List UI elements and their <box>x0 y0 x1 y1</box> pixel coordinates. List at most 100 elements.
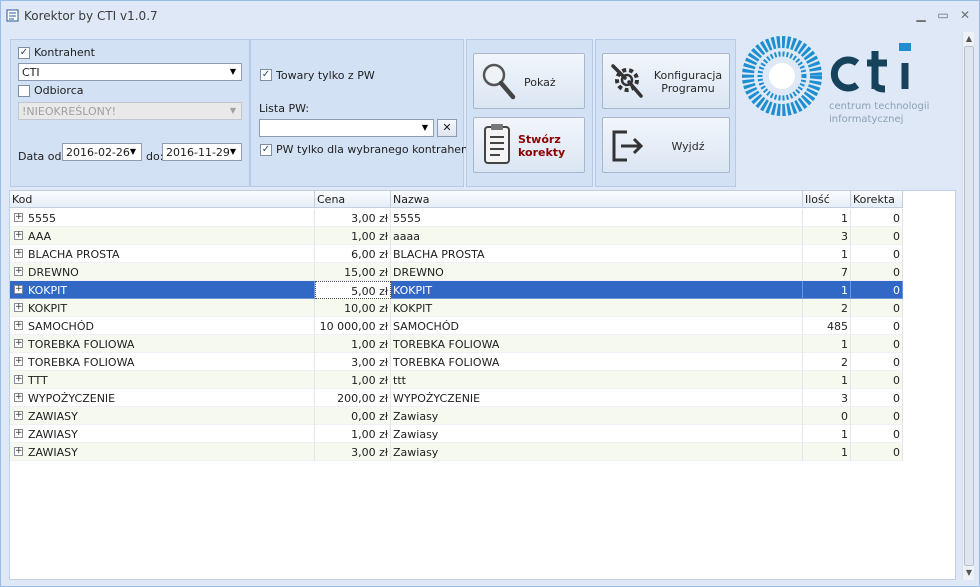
cell-ilosc[interactable]: 1 <box>803 281 851 299</box>
cell-kod[interactable]: + ZAWIASY <box>10 443 315 461</box>
vertical-scrollbar[interactable]: ▲ ▼ <box>962 32 974 580</box>
table-row[interactable]: +5555 3,00 zł 5555 1 0 <box>10 209 903 227</box>
cell-korekta[interactable]: 0 <box>851 227 903 245</box>
scroll-down-icon[interactable]: ▼ <box>963 567 975 579</box>
cell-korekta[interactable]: 0 <box>851 389 903 407</box>
cell-korekta[interactable]: 0 <box>851 317 903 335</box>
cell-nazwa[interactable]: DREWNO <box>391 263 803 281</box>
cell-ilosc[interactable]: 2 <box>803 353 851 371</box>
plus-box-icon[interactable]: + <box>14 213 23 222</box>
cell-ilosc[interactable]: 485 <box>803 317 851 335</box>
date-from-picker[interactable]: 2016-02-26 ▼ <box>62 143 142 161</box>
cell-kod[interactable]: + ZAWIASY <box>10 407 315 425</box>
cell-nazwa[interactable]: TOREBKA FOLIOWA <box>391 353 803 371</box>
table-row[interactable]: + TOREBKA FOLIOWA 1,00 zł TOREBKA FOLIOWA 1 0 <box>10 335 903 353</box>
towary-pw-checkbox[interactable]: ✓ <box>260 69 272 81</box>
plus-box-icon[interactable]: + <box>14 339 23 348</box>
scroll-thumb[interactable] <box>964 46 974 566</box>
plus-box-icon[interactable]: + <box>14 393 23 402</box>
table-row[interactable]: + AAA 1,00 zł aaaa 3 0 <box>10 227 903 245</box>
table-row[interactable]: + DREWNO 15,00 zł DREWNO 7 0 <box>10 263 903 281</box>
minimize-button[interactable]: ▁ <box>912 7 930 23</box>
column-header-cena[interactable]: Cena <box>315 191 391 208</box>
cell-nazwa[interactable]: Zawiasy <box>391 443 803 461</box>
column-header-korekta[interactable]: Korekta <box>851 191 903 208</box>
plus-box-icon[interactable]: + <box>14 267 23 276</box>
cell-kod[interactable]: + TOREBKA FOLIOWA <box>10 335 315 353</box>
cell-kod[interactable]: + WYPOŻYCZENIE <box>10 389 315 407</box>
cell-kod[interactable]: + KOKPIT <box>10 281 315 299</box>
cell-korekta[interactable]: 0 <box>851 335 903 353</box>
date-to-picker[interactable]: 2016-11-29 ▼ <box>162 143 242 161</box>
cell-nazwa[interactable]: WYPOŻYCZENIE <box>391 389 803 407</box>
stworz-korekty-button[interactable]: Stwórz korekty <box>473 117 585 173</box>
cell-nazwa[interactable]: aaaa <box>391 227 803 245</box>
plus-box-icon[interactable]: + <box>14 231 23 240</box>
cell-korekta[interactable]: 0 <box>851 263 903 281</box>
cell-nazwa[interactable]: 5555 <box>391 209 803 227</box>
cell-kod[interactable]: + AAA <box>10 227 315 245</box>
cell-nazwa[interactable]: TOREBKA FOLIOWA <box>391 335 803 353</box>
cell-cena[interactable]: 0,00 zł <box>315 407 391 425</box>
cell-nazwa[interactable]: SAMOCHÓD <box>391 317 803 335</box>
plus-box-icon[interactable]: + <box>14 285 23 294</box>
cell-korekta[interactable]: 0 <box>851 425 903 443</box>
cell-cena[interactable]: 10,00 zł <box>315 299 391 317</box>
pokaz-button[interactable]: Pokaż <box>473 53 585 109</box>
cell-ilosc[interactable]: 3 <box>803 389 851 407</box>
cell-ilosc[interactable]: 2 <box>803 299 851 317</box>
cell-ilosc[interactable]: 1 <box>803 371 851 389</box>
cell-nazwa[interactable]: BLACHA PROSTA <box>391 245 803 263</box>
cell-korekta[interactable]: 0 <box>851 245 903 263</box>
wyjdz-button[interactable]: Wyjdź <box>602 117 730 173</box>
cell-ilosc[interactable]: 1 <box>803 443 851 461</box>
cell-korekta[interactable]: 0 <box>851 407 903 425</box>
plus-box-icon[interactable]: + <box>14 249 23 258</box>
cell-kod[interactable]: +5555 <box>10 209 315 227</box>
cell-korekta[interactable]: 0 <box>851 443 903 461</box>
cell-cena[interactable]: 1,00 zł <box>315 425 391 443</box>
cell-cena[interactable]: 3,00 zł <box>315 209 391 227</box>
cell-korekta[interactable]: 0 <box>851 353 903 371</box>
cell-nazwa[interactable]: Zawiasy <box>391 425 803 443</box>
cell-nazwa[interactable]: KOKPIT <box>391 299 803 317</box>
plus-box-icon[interactable]: + <box>14 375 23 384</box>
cell-korekta[interactable]: 0 <box>851 371 903 389</box>
cell-ilosc[interactable]: 0 <box>803 407 851 425</box>
cell-kod[interactable]: + BLACHA PROSTA <box>10 245 315 263</box>
table-row[interactable]: + BLACHA PROSTA 6,00 zł BLACHA PROSTA 1 0 <box>10 245 903 263</box>
cell-ilosc[interactable]: 1 <box>803 209 851 227</box>
cell-nazwa[interactable]: ttt <box>391 371 803 389</box>
cell-cena[interactable]: 6,00 zł <box>315 245 391 263</box>
table-row[interactable]: + TTT 1,00 zł ttt 1 0 <box>10 371 903 389</box>
plus-box-icon[interactable]: + <box>14 411 23 420</box>
plus-box-icon[interactable]: + <box>14 303 23 312</box>
column-header-kod[interactable]: Kod <box>10 191 315 208</box>
table-row[interactable]: + ZAWIASY 3,00 zł Zawiasy 1 0 <box>10 443 903 461</box>
cell-nazwa[interactable]: Zawiasy <box>391 407 803 425</box>
cell-kod[interactable]: + SAMOCHÓD <box>10 317 315 335</box>
cell-kod[interactable]: + DREWNO <box>10 263 315 281</box>
cell-ilosc[interactable]: 1 <box>803 245 851 263</box>
clear-pw-button[interactable]: ✕ <box>437 119 457 137</box>
table-row[interactable]: + KOKPIT 5,00 zł KOKPIT 1 0 <box>10 281 903 299</box>
odbiorca-select[interactable]: !NIEOKREŚLONY! ▼ <box>18 102 242 120</box>
cell-cena[interactable]: 15,00 zł <box>315 263 391 281</box>
cell-nazwa[interactable]: KOKPIT <box>391 281 803 299</box>
cell-cena[interactable]: 3,00 zł <box>315 443 391 461</box>
table-row[interactable]: + KOKPIT 10,00 zł KOKPIT 2 0 <box>10 299 903 317</box>
cell-korekta[interactable]: 0 <box>851 299 903 317</box>
plus-box-icon[interactable]: + <box>14 447 23 456</box>
close-button[interactable]: ✕ <box>956 7 974 23</box>
cell-cena[interactable]: 1,00 zł <box>315 335 391 353</box>
odbiorca-checkbox[interactable] <box>18 85 30 97</box>
table-row[interactable]: + WYPOŻYCZENIE 200,00 zł WYPOŻYCZENIE 3 0 <box>10 389 903 407</box>
cell-cena[interactable]: 1,00 zł <box>315 371 391 389</box>
table-row[interactable]: + ZAWIASY 0,00 zł Zawiasy 0 0 <box>10 407 903 425</box>
kontrahent-select[interactable]: CTI ▼ <box>18 63 242 81</box>
plus-box-icon[interactable]: + <box>14 357 23 366</box>
cell-korekta[interactable]: 0 <box>851 281 903 299</box>
cell-cena[interactable]: 200,00 zł <box>315 389 391 407</box>
pw-kontrahent-checkbox[interactable]: ✓ <box>260 144 272 156</box>
cell-kod[interactable]: + ZAWIASY <box>10 425 315 443</box>
